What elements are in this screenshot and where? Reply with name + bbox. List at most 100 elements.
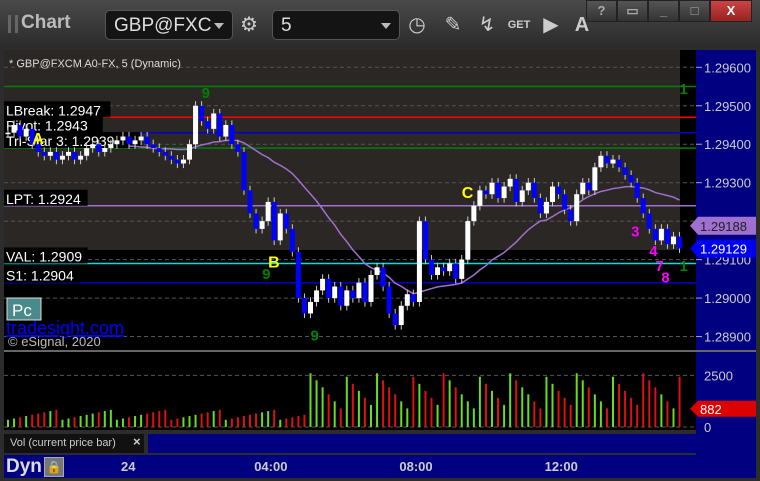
candle: [410, 294, 416, 302]
clock-icon[interactable]: ◷: [401, 10, 433, 40]
time-tick-label: 08:00: [399, 459, 433, 474]
candle: [362, 282, 368, 302]
maximize-button[interactable]: □: [679, 0, 710, 22]
candle: [120, 136, 126, 141]
price-tick-label: 1.29300: [704, 176, 751, 191]
candle: [211, 113, 217, 129]
candle: [108, 144, 114, 149]
candle: [404, 294, 410, 306]
candle: [253, 213, 259, 229]
candle: [513, 178, 519, 202]
restore-button[interactable]: ▭: [617, 0, 648, 22]
candle: [640, 198, 646, 214]
candle: [422, 221, 428, 260]
candle: [550, 186, 555, 202]
candle: [132, 140, 138, 145]
help-button[interactable]: ?: [586, 0, 617, 22]
candle: [66, 151, 71, 156]
minimize-button[interactable]: _: [648, 0, 679, 22]
candle: [338, 286, 344, 306]
candle: [416, 221, 422, 302]
close-study-icon[interactable]: ×: [133, 434, 141, 449]
window-title: Chart: [21, 12, 71, 33]
price-tick-label: 1.29400: [704, 137, 751, 152]
interval-combo[interactable]: 5: [272, 10, 400, 40]
candle: [350, 290, 356, 299]
price-chart[interactable]: LBreak: 1.2947Pivot: 1.2943Tri-Star 3: 1…: [0, 48, 760, 458]
volume-tick-label: 0: [704, 420, 711, 435]
candle: [23, 128, 29, 137]
candle: [622, 167, 628, 175]
copyright: © eSignal, 2020: [8, 334, 101, 349]
candle: [453, 263, 459, 279]
candle: [84, 148, 90, 156]
dyn-mode[interactable]: Dyn: [6, 456, 42, 478]
candle: [574, 194, 580, 222]
candle: [96, 144, 102, 152]
candle: [314, 290, 320, 302]
title-bar: Chart GBP@FXC ⚙ 5 ◷ ✎ ↯ GET ▶ A ? ▭ _ □ …: [0, 0, 760, 48]
count-label: 1: [680, 81, 688, 98]
get-icon[interactable]: GET: [503, 10, 535, 40]
symbol-combo[interactable]: GBP@FXC: [105, 10, 233, 40]
candle: [5, 132, 11, 135]
candle: [289, 228, 295, 252]
candle: [531, 182, 537, 199]
candle: [72, 151, 78, 160]
candle: [187, 144, 192, 160]
candle: [138, 136, 144, 141]
window-controls: ? ▭ _ □ X: [586, 0, 752, 22]
candle: [241, 151, 247, 191]
settings-gear-icon[interactable]: ⚙: [233, 10, 265, 40]
candle: [326, 278, 332, 299]
candle: [114, 140, 120, 145]
chevron-down-icon: [214, 23, 224, 29]
time-tick-label: 24: [121, 459, 136, 474]
level-label: LBreak: 1.2947: [6, 102, 101, 118]
close-button[interactable]: X: [710, 0, 752, 22]
annotation-label: C: [462, 185, 474, 202]
price-tick-label: 1.29500: [704, 99, 751, 114]
candle: [356, 282, 362, 299]
chart-header: * GBP@FXCM A0-FX, 5 (Dynamic): [9, 58, 181, 70]
candle: [277, 213, 283, 241]
study-icon[interactable]: ↯: [471, 10, 503, 40]
lock-icon[interactable]: 🔒: [44, 457, 64, 477]
candle: [429, 259, 434, 275]
candle: [332, 286, 338, 299]
candle: [628, 175, 634, 183]
candle: [489, 182, 495, 195]
candle: [398, 305, 404, 325]
candle: [543, 201, 549, 214]
candle: [271, 201, 277, 241]
candle: [265, 201, 271, 222]
last-price-marker: 1.29129: [700, 241, 747, 256]
candle: [664, 228, 670, 245]
candle: [283, 213, 289, 229]
time-axis[interactable]: Dyn 🔒: [4, 455, 756, 478]
candle: [180, 159, 186, 164]
candle: [441, 267, 447, 272]
candle: [174, 159, 180, 164]
level-label: S1: 1.2904: [6, 268, 74, 284]
candle: [562, 194, 568, 210]
volume-tick-label: 2500: [704, 368, 733, 383]
drag-grip-icon[interactable]: [8, 15, 18, 33]
candle: [217, 113, 223, 137]
candle: [223, 125, 229, 137]
candle: [295, 251, 301, 299]
candle: [308, 301, 313, 314]
level-label: VAL: 1.2909: [6, 248, 82, 264]
play-icon[interactable]: ▶: [535, 10, 567, 40]
count-label: 3: [631, 224, 639, 241]
candle: [320, 278, 326, 291]
candle: [568, 209, 574, 222]
candle: [156, 148, 162, 152]
pencil-icon[interactable]: ✎: [437, 10, 469, 40]
interval-value: 5: [281, 15, 292, 36]
candle: [374, 267, 380, 275]
candle: [247, 190, 253, 214]
annotation-label: A: [32, 131, 44, 148]
candle: [368, 275, 374, 302]
candle: [144, 136, 150, 145]
